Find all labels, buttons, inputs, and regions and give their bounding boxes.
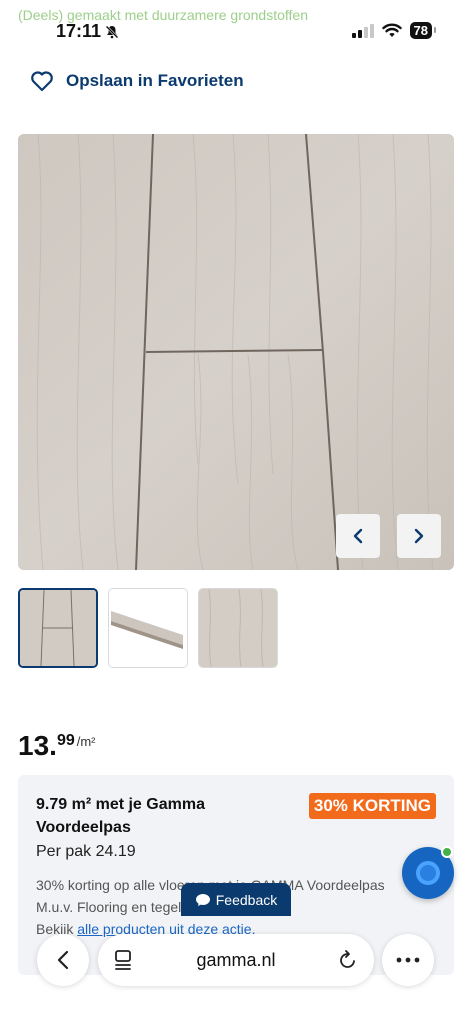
thumbnail-plank-image <box>109 589 187 667</box>
thumbnail-closeup-image <box>199 589 277 667</box>
url-text: gamma.nl <box>196 949 276 970</box>
thumbnail-2[interactable] <box>108 588 188 668</box>
feedback-label: Feedback <box>215 891 278 908</box>
back-arrow-icon <box>57 950 69 970</box>
browser-back-button[interactable] <box>37 934 89 986</box>
price-cents: 99 <box>56 732 75 749</box>
promo-title: 9.79 m² met je Gamma Voordeelpas <box>36 796 205 836</box>
bell-muted-icon <box>105 25 119 38</box>
gallery-next-button[interactable] <box>397 514 441 558</box>
status-time-label: 17:11 <box>56 21 102 41</box>
signal-icon <box>351 23 374 38</box>
tabs-icon[interactable] <box>114 949 134 971</box>
status-time: 17:11 <box>56 21 119 42</box>
browser-more-button[interactable] <box>382 934 434 986</box>
save-to-favorites-label: Opslaan in Favorieten <box>66 71 244 90</box>
thumbnail-3[interactable] <box>198 588 278 668</box>
laminate-floor-photo <box>18 134 454 570</box>
wifi-icon <box>381 23 402 37</box>
online-status-dot <box>441 846 453 858</box>
more-dots-icon <box>396 957 420 963</box>
save-to-favorites-button[interactable]: Opslaan in Favorieten <box>30 70 244 92</box>
chat-icon <box>416 861 440 885</box>
price-main: 13. <box>18 730 57 761</box>
status-bar: (Deels) gemaakt met duurzamere grondstof… <box>0 0 472 50</box>
thumbnail-1[interactable] <box>18 588 98 668</box>
heart-outline-icon <box>31 71 53 92</box>
price-per-pack: Per pak 24.19 <box>36 843 136 860</box>
thumbnail-floor-image <box>20 590 96 666</box>
price-unit: /m² <box>76 734 96 749</box>
browser-toolbar: gamma.nl <box>0 930 472 990</box>
speech-bubble-icon <box>195 893 210 906</box>
feedback-button[interactable]: Feedback <box>181 883 291 916</box>
product-price: 13. 99 /m² <box>18 730 96 762</box>
chevron-left-icon <box>353 528 363 544</box>
address-bar[interactable]: gamma.nl <box>98 934 374 986</box>
product-main-image[interactable] <box>18 134 454 570</box>
status-indicators: 78 <box>351 22 437 39</box>
gallery-prev-button[interactable] <box>336 514 380 558</box>
battery-indicator: 78 <box>409 22 437 39</box>
chevron-right-icon <box>414 528 424 544</box>
reload-icon[interactable] <box>338 949 358 971</box>
discount-badge: 30% KORTING <box>308 793 436 819</box>
thumbnail-strip <box>18 588 278 668</box>
